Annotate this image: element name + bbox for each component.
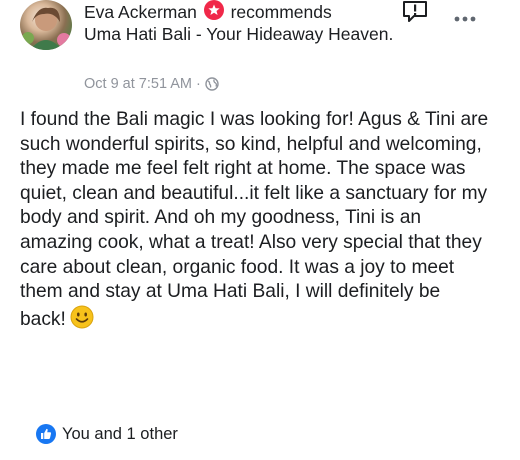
recommendation-post: Eva Ackerman recommends Uma Hati Bali - … bbox=[0, 0, 520, 460]
recommended-page-name[interactable]: Uma Hati Bali - Your Hideaway Heaven. bbox=[84, 24, 393, 44]
post-body-text: I found the Bali magic I was looking for… bbox=[20, 109, 489, 330]
author-avatar[interactable] bbox=[20, 0, 72, 50]
more-options-icon[interactable] bbox=[454, 12, 476, 24]
author-name[interactable]: Eva Ackerman bbox=[84, 2, 197, 22]
post-meta: Oct 9 at 7:51 AM · bbox=[84, 75, 219, 93]
meta-separator: · bbox=[196, 76, 201, 92]
post-timestamp[interactable]: Oct 9 at 7:51 AM bbox=[84, 75, 192, 93]
reactions-summary[interactable]: You and 1 other bbox=[36, 424, 178, 444]
smiling-face-emoji bbox=[70, 305, 94, 337]
reactions-text: You and 1 other bbox=[62, 424, 178, 443]
report-icon[interactable] bbox=[402, 0, 428, 24]
recommends-label: recommends bbox=[230, 2, 332, 22]
recommend-badge-icon bbox=[203, 0, 224, 20]
post-body: I found the Bali magic I was looking for… bbox=[20, 108, 490, 336]
globe-icon[interactable] bbox=[205, 77, 219, 91]
like-reaction-icon bbox=[36, 424, 56, 444]
post-header: Eva Ackerman recommends Uma Hati Bali - … bbox=[84, 0, 404, 45]
